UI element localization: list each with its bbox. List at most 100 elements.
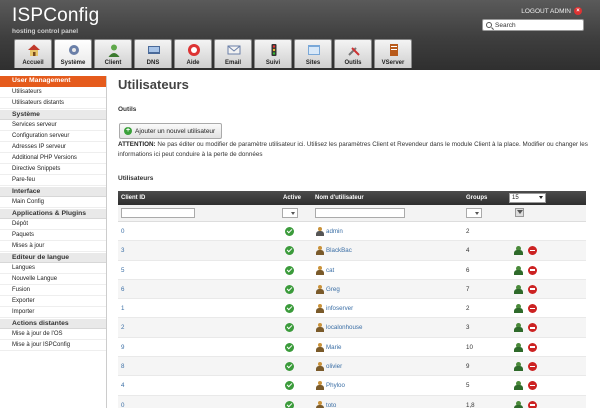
client-id-cell[interactable]: 5 [121, 267, 124, 274]
username-cell[interactable]: admin [326, 228, 343, 235]
sidebar-item-importer[interactable]: Importer [0, 307, 106, 318]
edit-user-icon[interactable] [514, 265, 523, 275]
username-cell[interactable]: toto [326, 402, 336, 408]
tab-client[interactable]: Client [94, 39, 132, 68]
sidebar-item-mises-a-jour[interactable]: Mises à jour [0, 241, 106, 252]
client-id-cell[interactable]: 9 [121, 344, 124, 351]
check-icon [285, 246, 294, 256]
sidebar-item-directive-snippets[interactable]: Directive Snippets [0, 164, 106, 175]
client-id-cell[interactable]: 8 [121, 363, 124, 370]
tab-suivi[interactable]: Suivi [254, 39, 292, 68]
client-id-cell[interactable]: 2 [121, 324, 124, 331]
sidebar-item-depot[interactable]: Dépôt [0, 219, 106, 230]
delete-icon[interactable] [528, 381, 537, 391]
client-id-cell[interactable]: 0 [121, 402, 124, 408]
users-table: Client ID Active Nom d'utilisateur Group… [118, 191, 586, 408]
sidebar-item-nouvelle-langue[interactable]: Nouvelle Langue [0, 274, 106, 285]
sidebar-item-configuration-serveur[interactable]: Configuration serveur [0, 131, 106, 142]
filter-groups[interactable] [466, 208, 482, 218]
delete-icon[interactable] [528, 304, 537, 314]
sidebar-item-services-serveur[interactable]: Services serveur [0, 120, 106, 131]
filter-icon[interactable] [515, 208, 524, 217]
filter-client-id[interactable] [121, 208, 195, 218]
sidebar-section-applications-plugins: Applications & Plugins [0, 208, 106, 219]
edit-user-icon[interactable] [514, 342, 523, 352]
tab-dns[interactable]: DNS [134, 39, 172, 68]
sidebar-item-utilisateurs-distants[interactable]: Utilisateurs distants [0, 98, 106, 109]
col-username[interactable]: Nom d'utilisateur [315, 195, 364, 201]
sidebar-section-editeur-de-langue: Editeur de langue [0, 252, 106, 263]
username-cell[interactable]: localonhouse [326, 324, 362, 331]
edit-user-icon[interactable] [514, 304, 523, 314]
delete-icon[interactable] [528, 265, 537, 275]
tab-label: VServer [381, 60, 405, 66]
edit-user-icon[interactable] [514, 284, 523, 294]
tab-vserver[interactable]: VServer [374, 39, 412, 68]
tab-sites[interactable]: Sites [294, 39, 332, 68]
username-cell[interactable]: BlackBac [326, 247, 352, 254]
tab-label: DNS [146, 60, 160, 66]
search-box[interactable] [482, 19, 584, 31]
sidebar-item-mise-a-jour-de-l-os[interactable]: Mise à jour de l'OS [0, 329, 106, 340]
delete-icon[interactable] [528, 342, 537, 352]
col-active[interactable]: Active [283, 195, 301, 201]
sidebar-item-additional-php-versions[interactable]: Additional PHP Versions [0, 153, 106, 164]
users-heading: Utilisateurs [118, 175, 154, 182]
username-cell[interactable]: infoserver [326, 305, 353, 312]
edit-user-icon[interactable] [514, 323, 523, 333]
app-logo[interactable]: ISPConfig [12, 5, 99, 27]
edit-user-icon[interactable] [514, 246, 523, 256]
tab-accueil[interactable]: Accueil [14, 39, 52, 68]
logout-label[interactable]: LOGOUT ADMIN [521, 8, 571, 15]
help-icon [187, 43, 201, 57]
tab-outils[interactable]: Outils [334, 39, 372, 68]
groups-cell: 9 [466, 363, 470, 371]
filter-active[interactable] [282, 208, 298, 218]
sidebar-item-pare-feu[interactable]: Pare-feu [0, 175, 106, 186]
tab-aide[interactable]: Aide [174, 39, 212, 68]
client-id-cell[interactable]: 3 [121, 247, 124, 254]
delete-icon[interactable] [528, 362, 537, 372]
col-client-id[interactable]: Client ID [121, 195, 145, 201]
edit-user-icon[interactable] [514, 381, 523, 391]
client-id-cell[interactable]: 4 [121, 382, 124, 389]
filter-username[interactable] [315, 208, 405, 218]
sidebar: User Management Utilisateurs Utilisateurs … [0, 76, 107, 408]
logout-icon[interactable]: × [574, 7, 582, 15]
tab-label: Sites [305, 60, 321, 66]
logout-link[interactable]: LOGOUT ADMIN × [521, 7, 582, 15]
username-cell[interactable]: olivier [326, 363, 342, 370]
username-cell[interactable]: cat [326, 267, 334, 274]
edit-user-icon[interactable] [514, 362, 523, 372]
tab-email[interactable]: Email [214, 39, 252, 68]
sidebar-item-utilisateurs[interactable]: Utilisateurs [0, 87, 106, 98]
username-cell[interactable]: Marie [326, 344, 341, 351]
delete-icon[interactable] [528, 323, 537, 333]
sidebar-item-paquets[interactable]: Paquets [0, 230, 106, 241]
sidebar-item-mise-a-jour-ispconfig[interactable]: Mise à jour ISPConfig [0, 340, 106, 351]
sidebar-item-main-config[interactable]: Main Config [0, 197, 106, 208]
add-user-button[interactable]: + Ajouter un nouvel utilisateur [119, 123, 223, 139]
col-groups[interactable]: Groups [466, 195, 487, 201]
table-row: 4 Phyloo 5 [118, 376, 586, 396]
client-id-cell[interactable]: 6 [121, 286, 124, 293]
delete-icon[interactable] [528, 400, 537, 408]
client-id-cell[interactable]: 1 [121, 305, 124, 312]
edit-user-icon[interactable] [514, 400, 523, 408]
delete-icon[interactable] [528, 284, 537, 294]
client-id-cell[interactable]: 0 [121, 228, 124, 235]
check-icon [285, 342, 294, 352]
per-page-select[interactable]: 15 [509, 193, 546, 203]
tab-systeme[interactable]: Système [54, 39, 92, 68]
username-cell[interactable]: Greg [326, 286, 340, 293]
tab-label: Système [60, 60, 86, 66]
sidebar-section-systeme: Système [0, 109, 106, 120]
delete-icon[interactable] [528, 246, 537, 256]
sidebar-item-langues[interactable]: Langues [0, 263, 106, 274]
sidebar-item-exporter[interactable]: Exporter [0, 296, 106, 307]
sites-icon [307, 43, 321, 57]
sidebar-item-adresses-ip-serveur[interactable]: Adresses IP serveur [0, 142, 106, 153]
username-cell[interactable]: Phyloo [326, 382, 345, 389]
sidebar-item-fusion[interactable]: Fusion [0, 285, 106, 296]
search-input[interactable] [495, 21, 575, 29]
